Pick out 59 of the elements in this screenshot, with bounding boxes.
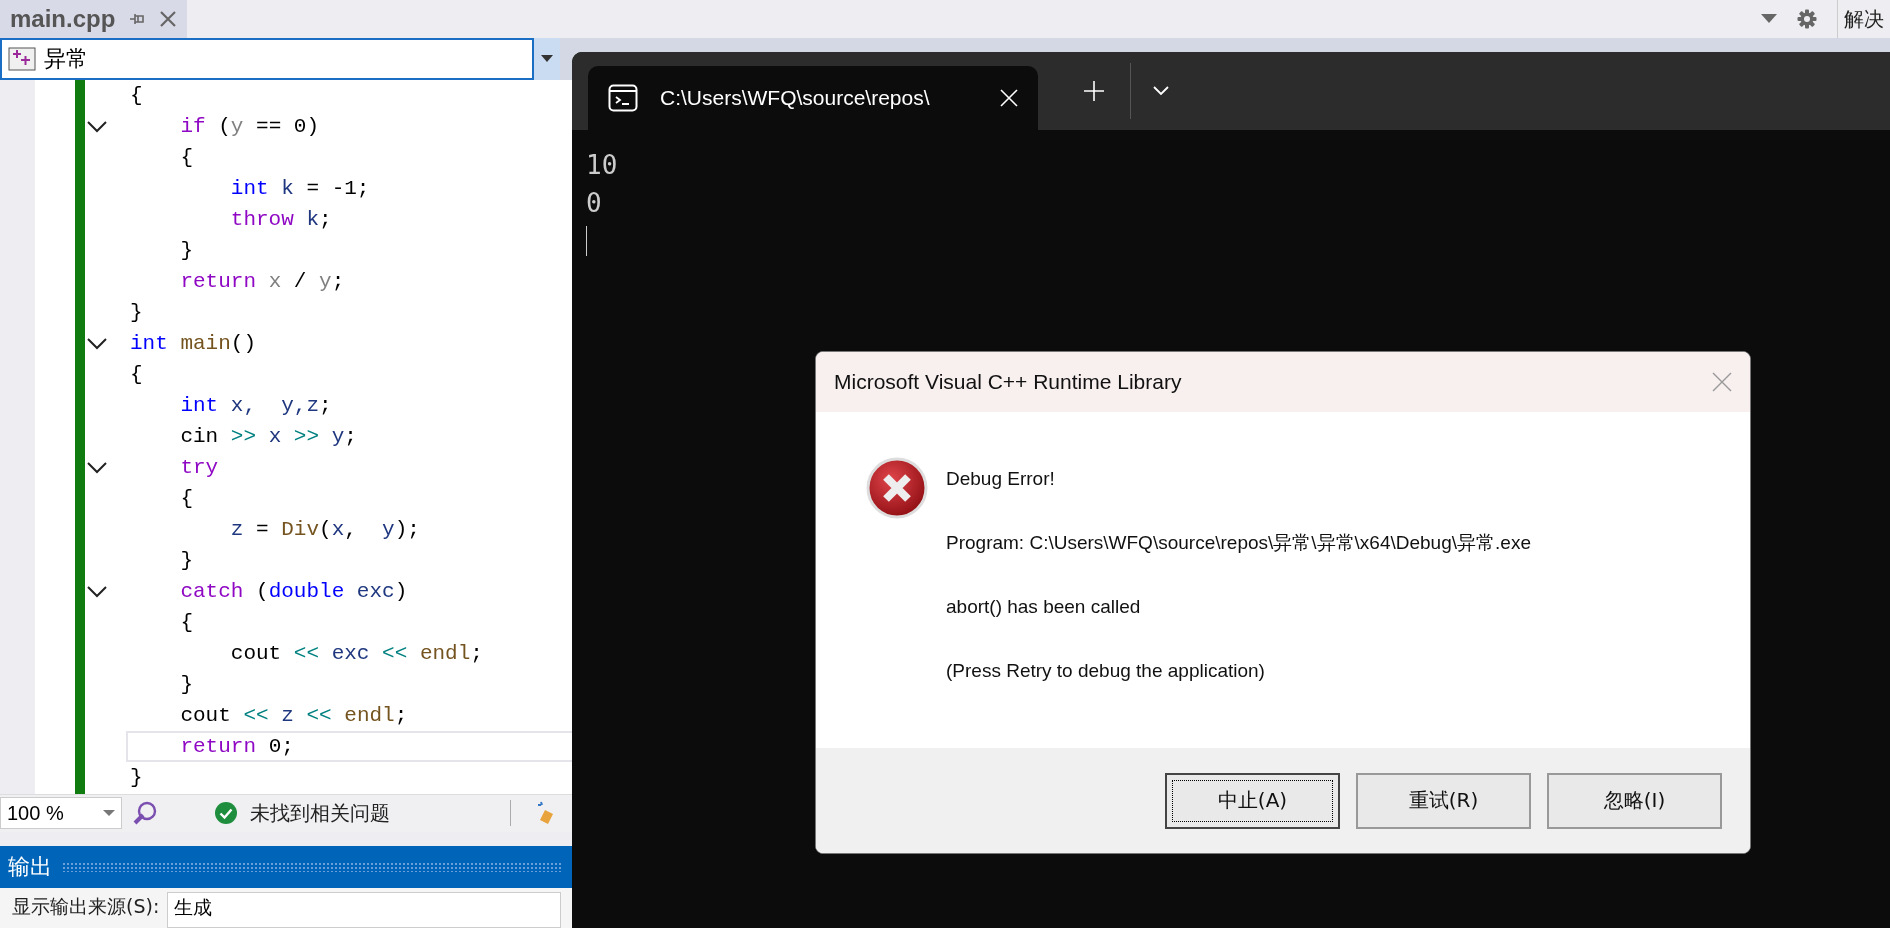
scope-dropdown[interactable]: 异常 <box>0 38 534 80</box>
code-line: return 0; <box>179 734 294 760</box>
code-line: int x, y,z; <box>179 393 332 419</box>
source-label: 显示输出来源(S): <box>12 894 160 919</box>
zoom-dropdown[interactable]: 100 % <box>0 797 122 830</box>
code-line: try <box>179 455 219 481</box>
check-circle-icon <box>214 801 238 826</box>
code-line: } <box>130 300 143 326</box>
code-line: cin >> x >> y; <box>179 424 357 450</box>
code-line: { <box>130 362 143 388</box>
code-line: z = Div(x, y); <box>229 517 420 543</box>
collapse-chevron-icon[interactable] <box>87 337 107 350</box>
dialog-button[interactable]: 重试(R) <box>1356 772 1531 829</box>
dialog-message: (Press Retry to debug the application) <box>946 659 1266 683</box>
collapse-chevron-icon[interactable] <box>87 120 107 133</box>
dialog-message: Program: C:\Users\WFQ\source\repos\异常\异常\x64\Debug\异常.exe <box>946 531 1531 555</box>
code-line: } <box>179 548 193 574</box>
code-line: } <box>179 238 193 264</box>
plus-icon[interactable] <box>1084 81 1104 101</box>
text-cursor <box>586 226 587 256</box>
dialog-button[interactable]: 中止(A) <box>1165 772 1340 829</box>
terminal-tab[interactable]: C:\Users\WFQ\source\repos\ <box>588 66 1038 130</box>
code-line: } <box>179 672 193 698</box>
code-line: int main() <box>130 331 257 357</box>
code-line: { <box>179 145 193 171</box>
terminal-output-line: 0 <box>586 187 603 220</box>
collapse-chevron-icon[interactable] <box>87 461 107 474</box>
terminal-output-line: 10 <box>586 149 619 182</box>
code-line: { <box>130 83 143 109</box>
code-line: if (y == 0) <box>179 114 320 140</box>
source-dropdown[interactable]: 生成 <box>167 892 562 928</box>
pin-icon[interactable] <box>129 12 146 26</box>
terminal-icon <box>608 83 638 113</box>
settings-icon[interactable] <box>1797 9 1817 29</box>
dialog-message: abort() has been called <box>946 595 1142 619</box>
dialog-button[interactable]: 忽略(I) <box>1547 772 1722 829</box>
code-line: return x / y; <box>179 269 345 295</box>
code-line: catch (double exc) <box>179 579 408 605</box>
error-icon <box>866 457 928 519</box>
panel-title: 输出 <box>7 852 52 881</box>
code-line: } <box>130 765 143 791</box>
document-tab[interactable]: main.cpp <box>0 0 188 38</box>
code-line: throw k; <box>229 207 332 233</box>
code-line: int k = -1; <box>229 176 370 202</box>
dropdown-caret-icon[interactable] <box>1761 14 1777 24</box>
tab-title: C:\Users\WFQ\source\repos\ <box>660 86 931 110</box>
code-line: cout << z << endl; <box>179 703 408 729</box>
status-message: 未找到相关问题 <box>250 799 390 827</box>
chevron-down-icon[interactable] <box>1153 86 1169 96</box>
code-line: cout << exc << endl; <box>229 641 483 667</box>
code-line: { <box>179 610 193 636</box>
caret-icon <box>541 55 553 63</box>
dropdown-button[interactable] <box>534 38 560 80</box>
cpp-project-icon <box>8 47 36 71</box>
caret-icon <box>103 809 115 817</box>
collapse-chevron-icon[interactable] <box>87 585 107 598</box>
dialog-title: Microsoft Visual C++ Runtime Library <box>834 370 1182 394</box>
code-line: { <box>179 486 193 512</box>
dialog-message: Debug Error! <box>946 467 1056 491</box>
